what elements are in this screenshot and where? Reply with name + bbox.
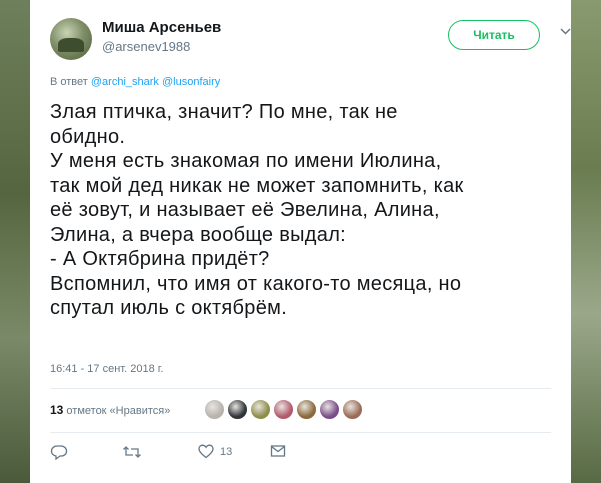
like-action[interactable]: 13 [198,444,232,459]
chevron-down-icon[interactable] [560,28,571,38]
display-name[interactable]: Миша Арсеньев [102,19,221,36]
reply-icon[interactable] [50,444,68,460]
like-count: 13 [220,445,233,458]
tweet-text: Злая птичка, значит? По мне, так не обид… [50,101,464,319]
divider [50,388,551,389]
liker-avatar[interactable] [319,399,340,420]
liker-avatar[interactable] [273,399,294,420]
tweet-timestamp[interactable]: 16:41 - 17 сент. 2018 г. [50,363,163,375]
reply-context: В ответ @archi_shark @lusonfairy [50,76,220,88]
follow-button[interactable]: Читать [448,20,540,50]
tweet-header: Миша Арсеньев @arsenev1988 Читать [50,12,571,62]
background-left [0,0,30,483]
background-right [571,0,601,483]
reply-mention-link[interactable]: @archi_shark [91,76,159,88]
liker-avatar[interactable] [296,399,317,420]
tweet-card: Миша Арсеньев @arsenev1988 Читать В отве… [30,0,571,483]
reply-prefix: В ответ [50,76,88,88]
divider [50,432,551,433]
likes-stat[interactable]: 13 отметок «Нравится» [50,403,170,417]
liker-avatar[interactable] [204,399,225,420]
liker-avatar[interactable] [250,399,271,420]
likers-avatars [204,399,363,421]
avatar[interactable] [50,18,92,60]
heart-icon [198,444,214,459]
likes-count: 13 [50,403,64,417]
reply-mention-link[interactable]: @lusonfairy [162,76,220,88]
likes-label: отметок «Нравится» [66,405,171,417]
envelope-icon[interactable] [270,444,286,458]
retweet-icon[interactable] [122,444,142,460]
liker-avatar[interactable] [227,399,248,420]
liker-avatar[interactable] [342,399,363,420]
user-handle[interactable]: @arsenev1988 [102,39,190,54]
